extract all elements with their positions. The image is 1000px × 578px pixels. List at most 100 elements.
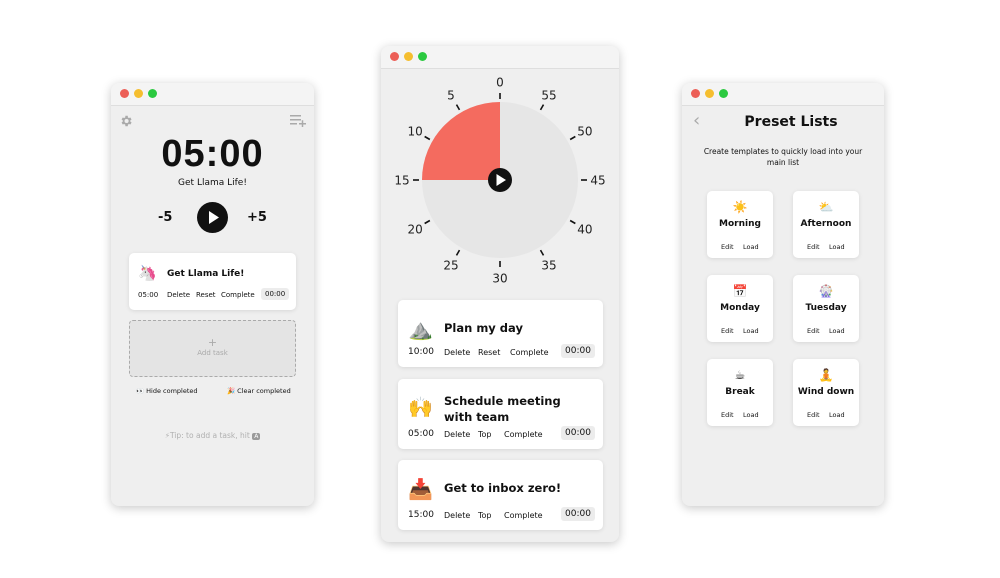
edit-button[interactable]: Edit	[807, 411, 820, 419]
dial-play-button[interactable]	[488, 168, 512, 192]
dial-label: 15	[394, 174, 409, 188]
minimize-window-button[interactable]	[404, 52, 413, 61]
close-window-button[interactable]	[120, 89, 129, 98]
preset-card[interactable]: ☕ Break Edit Load	[707, 359, 773, 426]
sun-icon: ☀️	[732, 200, 748, 214]
edit-button[interactable]: Edit	[807, 327, 820, 335]
ferris-wheel-icon: 🎡	[818, 284, 834, 298]
dial-tick	[455, 249, 461, 256]
complete-button[interactable]: Complete	[510, 348, 549, 357]
subtitle-line-2: main list	[766, 158, 800, 167]
play-button[interactable]	[197, 202, 228, 233]
complete-button[interactable]: Complete	[504, 511, 543, 520]
edit-button[interactable]: Edit	[807, 243, 820, 251]
task-duration: 15:00	[408, 510, 434, 520]
elapsed-time: 00:00	[561, 344, 595, 358]
dial-label: 20	[407, 223, 422, 237]
load-button[interactable]: Load	[743, 411, 759, 419]
delete-button[interactable]: Delete	[444, 430, 470, 439]
meditation-icon: 🧘	[818, 368, 834, 382]
top-button[interactable]: Top	[478, 511, 492, 520]
dial-label: 45	[590, 174, 605, 188]
clear-completed-button[interactable]: 🎉 Clear completed	[227, 387, 291, 395]
preset-card[interactable]: ⛅ Afternoon Edit Load	[793, 191, 859, 258]
delete-button[interactable]: Delete	[167, 291, 190, 299]
task-card[interactable]: 🦄 Get Llama Life! 05:00 Delete Reset Com…	[129, 253, 296, 310]
preset-name: Wind down	[797, 387, 855, 397]
dial-label: 40	[577, 223, 592, 237]
add-plus-icon: +	[207, 336, 218, 349]
close-window-button[interactable]	[390, 52, 399, 61]
delete-button[interactable]: Delete	[444, 511, 470, 520]
page-title: Preset Lists	[744, 114, 838, 130]
reset-button[interactable]: Reset	[478, 348, 500, 357]
title-bar	[682, 83, 884, 106]
task-title: Plan my day	[444, 321, 523, 335]
preset-card[interactable]: 🎡 Tuesday Edit Load	[793, 275, 859, 342]
load-button[interactable]: Load	[743, 243, 759, 251]
dial-label: 30	[492, 272, 507, 286]
main-timer-window: 05:00 Get Llama Life! -5 +5 🦄 Get Llama …	[111, 83, 314, 506]
gear-icon[interactable]	[119, 114, 133, 128]
playlist-add-icon[interactable]	[290, 114, 306, 127]
load-button[interactable]: Load	[829, 411, 845, 419]
load-button[interactable]: Load	[829, 243, 845, 251]
add-task-area[interactable]: + Add task	[129, 320, 296, 377]
dial-timer-window: 0 5 10 15 20 25 30 35 40 45 50 55 ⛰️ Plan my day 10:0…	[381, 46, 619, 542]
elapsed-time: 00:00	[561, 507, 595, 521]
task-card[interactable]: 📥 Get to inbox zero! 15:00 Delete Top Complet…	[398, 460, 603, 530]
close-window-button[interactable]	[691, 89, 700, 98]
reset-button[interactable]: Reset	[196, 291, 216, 299]
minimize-window-button[interactable]	[705, 89, 714, 98]
complete-button[interactable]: Complete	[221, 291, 255, 299]
edit-button[interactable]: Edit	[721, 243, 734, 251]
calendar-icon: 📅	[732, 284, 748, 298]
countdown-timer: 05:00	[161, 133, 264, 175]
zoom-window-button[interactable]	[148, 89, 157, 98]
inbox-tray-icon: 📥	[408, 477, 433, 501]
page-subtitle: Create templates to quickly load into yo…	[682, 146, 884, 168]
preset-name: Afternoon	[800, 219, 852, 229]
load-button[interactable]: Load	[743, 327, 759, 335]
preset-card[interactable]: 📅 Monday Edit Load	[707, 275, 773, 342]
preset-name: Morning	[719, 219, 761, 229]
task-title: with team	[444, 410, 510, 424]
task-card[interactable]: 🙌 Schedule meeting with team 05:00 Delete Top…	[398, 379, 603, 449]
load-button[interactable]: Load	[829, 327, 845, 335]
sun-behind-cloud-icon: ⛅	[818, 200, 834, 214]
top-button[interactable]: Top	[478, 430, 492, 439]
preset-name: Tuesday	[805, 303, 847, 313]
task-title: Schedule meeting	[444, 394, 561, 408]
time-remaining-sector	[422, 102, 500, 180]
mountain-icon: ⛰️	[408, 317, 433, 341]
dial-label: 35	[541, 258, 556, 272]
edit-button[interactable]: Edit	[721, 411, 734, 419]
zoom-window-button[interactable]	[719, 89, 728, 98]
edit-button[interactable]: Edit	[721, 327, 734, 335]
raised-hands-icon: 🙌	[408, 395, 433, 419]
dial-label: 50	[577, 125, 592, 139]
dial-tick	[424, 219, 431, 225]
elapsed-time: 00:00	[261, 288, 290, 300]
minus-five-button[interactable]: -5	[158, 210, 172, 225]
subtitle-line-1: Create templates to quickly load into yo…	[703, 147, 863, 156]
task-title: Get Llama Life!	[167, 269, 245, 279]
keyboard-key: A	[252, 433, 261, 440]
dial-label: 0	[496, 76, 504, 90]
zoom-window-button[interactable]	[418, 52, 427, 61]
dial-timer[interactable]: 0 5 10 15 20 25 30 35 40 45 50 55	[381, 71, 619, 321]
complete-button[interactable]: Complete	[504, 430, 543, 439]
plus-five-button[interactable]: +5	[247, 210, 267, 225]
current-task-name: Get Llama Life!	[178, 178, 247, 188]
minimize-window-button[interactable]	[134, 89, 143, 98]
title-bar	[111, 83, 314, 106]
task-card[interactable]: ⛰️ Plan my day 10:00 Delete Reset Complete 00:…	[398, 300, 603, 367]
preset-name: Break	[725, 387, 755, 397]
task-duration: 05:00	[138, 291, 159, 299]
preset-card[interactable]: 🧘 Wind down Edit Load	[793, 359, 859, 426]
delete-button[interactable]: Delete	[444, 348, 470, 357]
dial-label: 25	[443, 258, 458, 272]
tip-label: ⚡Tip: to add a task, hit	[164, 431, 250, 440]
preset-card[interactable]: ☀️ Morning Edit Load	[707, 191, 773, 258]
hide-completed-toggle[interactable]: 👀 Hide completed	[136, 387, 198, 395]
